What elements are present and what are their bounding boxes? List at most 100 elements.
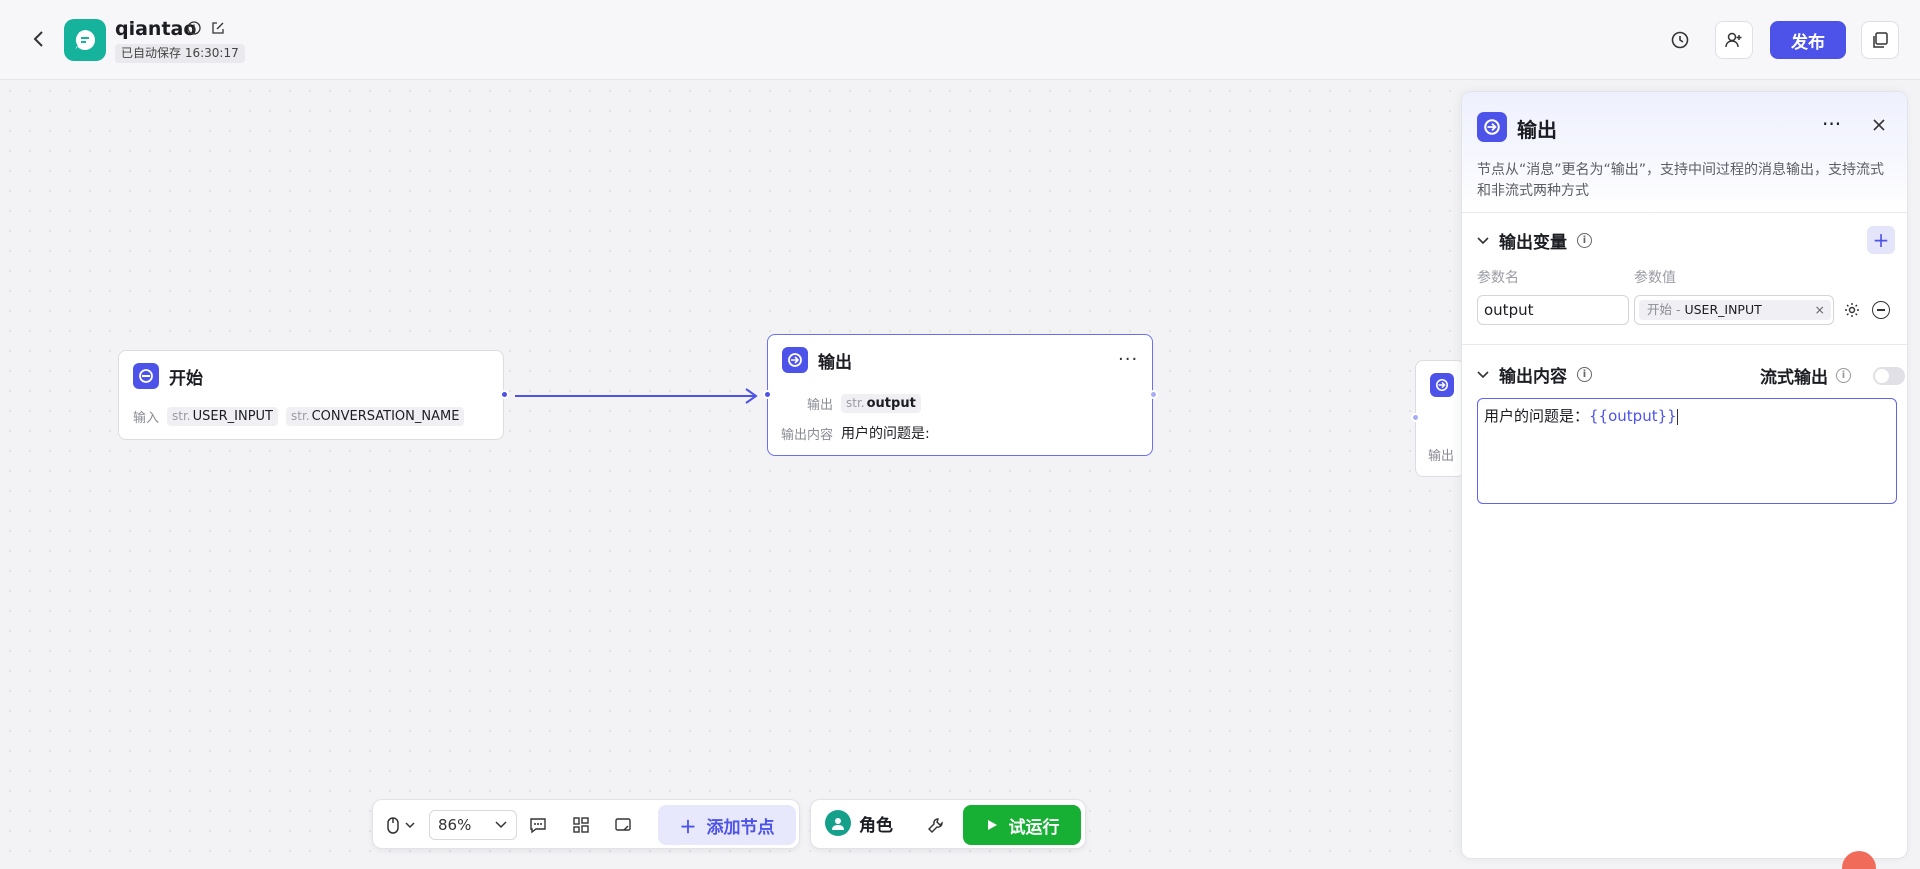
output-content-value: 用户的问题是: [841, 426, 930, 442]
app-title: qiantao [115, 18, 197, 40]
workflow-canvas[interactable]: 开始 输入 str. USER_INPUT str. CONVERSATION_NA… [0, 81, 1465, 869]
more-icon[interactable]: ··· [1822, 112, 1841, 136]
hidden-node-icon [1430, 373, 1454, 397]
output-node[interactable]: 输出 ··· 输出 str. output 输出内容 用户的问题是: [763, 334, 1158, 456]
editor-variable: {{output}} [1589, 407, 1677, 425]
layout-icon [573, 817, 589, 833]
input-chip-user-input: str. USER_INPUT [167, 407, 278, 426]
stream-output-toggle[interactable] [1873, 366, 1905, 385]
minimap-button[interactable] [610, 812, 636, 838]
hidden-node-input-port[interactable] [1411, 413, 1420, 422]
start-node-icon [133, 363, 159, 389]
editor-text: 用户的问题是： [1484, 407, 1590, 425]
start-node-title: 开始 [169, 368, 203, 389]
canvas-toolbar: 86% ＋ 添加节点 [372, 799, 800, 849]
output-node-content-row: 输出内容 用户的问题是: [781, 423, 930, 443]
output-node-header: 输出 [782, 347, 852, 373]
input-chip-conversation-name: str. CONVERSATION_NAME [286, 407, 465, 426]
divider [1462, 344, 1907, 345]
gear-icon[interactable] [1840, 298, 1864, 322]
stream-output-label: 流式输出 [1760, 368, 1828, 388]
history-button[interactable] [1661, 21, 1699, 59]
collaborators-button[interactable] [1715, 21, 1753, 59]
param-name-input[interactable]: output [1477, 295, 1629, 325]
panel-output-icon [1477, 112, 1507, 142]
mouse-mode-button[interactable] [381, 812, 421, 838]
output-content-editor[interactable]: 用户的问题是：{{output}} [1477, 398, 1897, 504]
start-node[interactable]: 开始 输入 str. USER_INPUT str. CONVERSATION_NA… [118, 350, 509, 440]
run-toolbar: 角色 试运行 [810, 799, 1086, 849]
start-node-header: 开始 [133, 363, 203, 389]
info-icon[interactable]: i [1577, 233, 1592, 248]
output-content-label: 输出内容 [781, 427, 834, 443]
col-param-name: 参数名 [1477, 270, 1519, 286]
wrench-icon [928, 818, 943, 833]
copy-button[interactable] [1861, 21, 1899, 59]
param-source-var: USER_INPUT [1684, 302, 1762, 317]
output-content-title: 输出内容 [1499, 367, 1567, 387]
info-icon[interactable] [186, 20, 202, 36]
add-node-label: 添加节点 [706, 817, 775, 838]
trial-run-button[interactable]: 试运行 [963, 805, 1081, 845]
plus-icon: ＋ [679, 817, 697, 838]
minimap-icon [615, 818, 631, 831]
text-cursor [1676, 408, 1678, 425]
tools-button[interactable] [923, 812, 949, 838]
col-param-value: 参数值 [1634, 270, 1676, 286]
trial-run-label: 试运行 [1008, 817, 1060, 838]
panel-description: 节点从“消息”更名为“输出”，支持中间过程的消息输出，支持流式和非流式两种方式 [1477, 162, 1885, 199]
node-more-icon[interactable]: ··· [1118, 349, 1138, 370]
edit-icon[interactable] [210, 20, 226, 36]
chevron-down-icon [494, 811, 508, 839]
edge-start-to-output[interactable] [505, 384, 765, 414]
output-var-chip: str. output [841, 394, 921, 413]
role-button[interactable]: 角色 [825, 810, 893, 836]
remove-variable-icon[interactable] [1872, 301, 1890, 319]
output-content-section-header[interactable]: 输出内容 i [1477, 362, 1592, 387]
param-value-chip: 开始 - USER_INPUT × [1639, 300, 1831, 320]
close-icon[interactable] [1867, 113, 1891, 137]
output-var-label: 输出 [807, 398, 834, 413]
publish-button[interactable]: 发布 [1770, 21, 1846, 59]
layout-button[interactable] [568, 812, 594, 838]
mouse-icon [387, 817, 415, 834]
role-label: 角色 [859, 815, 893, 836]
play-icon [987, 820, 997, 830]
info-icon[interactable]: i [1577, 367, 1592, 382]
avatar [825, 810, 851, 836]
zoom-value: 86% [438, 816, 472, 834]
chevron-down-icon [1477, 234, 1489, 248]
comment-button[interactable] [525, 812, 551, 838]
output-vars-title: 输出变量 [1499, 233, 1567, 253]
output-node-title: 输出 [818, 352, 852, 373]
chevron-down-icon [1477, 368, 1489, 382]
add-variable-button[interactable]: + [1867, 226, 1895, 254]
info-icon[interactable]: i [1836, 368, 1851, 383]
app-logo-icon [64, 19, 106, 61]
zoom-select[interactable]: 86% [429, 810, 517, 840]
back-arrow-icon[interactable] [26, 26, 52, 52]
add-user-icon [1725, 32, 1742, 48]
autosave-status: 已自动保存 16:30:17 [115, 44, 245, 63]
start-input-label: 输入 [133, 411, 160, 426]
output-node-var-row: 输出 str. output [807, 394, 921, 413]
title-icons [186, 20, 226, 36]
output-vars-section-header[interactable]: 输出变量 i [1477, 228, 1592, 253]
divider [1462, 212, 1907, 213]
start-node-inputs: 输入 str. USER_INPUT str. CONVERSATION_NAME [133, 407, 465, 426]
output-node-icon [782, 347, 808, 373]
param-source: 开始 - [1647, 302, 1681, 317]
node-config-panel: 输出 ··· 节点从“消息”更名为“输出”，支持中间过程的消息输出，支持流式和非… [1461, 91, 1908, 859]
add-node-button[interactable]: ＋ 添加节点 [658, 805, 796, 845]
comment-icon [530, 818, 546, 834]
hidden-node-label: 输出 [1428, 449, 1455, 464]
history-icon [1671, 31, 1689, 49]
clear-icon[interactable]: × [1815, 300, 1825, 320]
param-value-select[interactable]: 开始 - USER_INPUT × [1634, 295, 1834, 325]
output-node-output-port[interactable] [1149, 390, 1158, 399]
output-node-input-port[interactable] [763, 390, 772, 399]
copy-icon [1873, 32, 1888, 48]
hidden-node[interactable]: 输出 [1411, 360, 1465, 477]
stream-output-control: 流式输出 i [1760, 363, 1905, 388]
top-bar: qiantao 已自动保存 16:30:17 发布 [0, 0, 1920, 80]
